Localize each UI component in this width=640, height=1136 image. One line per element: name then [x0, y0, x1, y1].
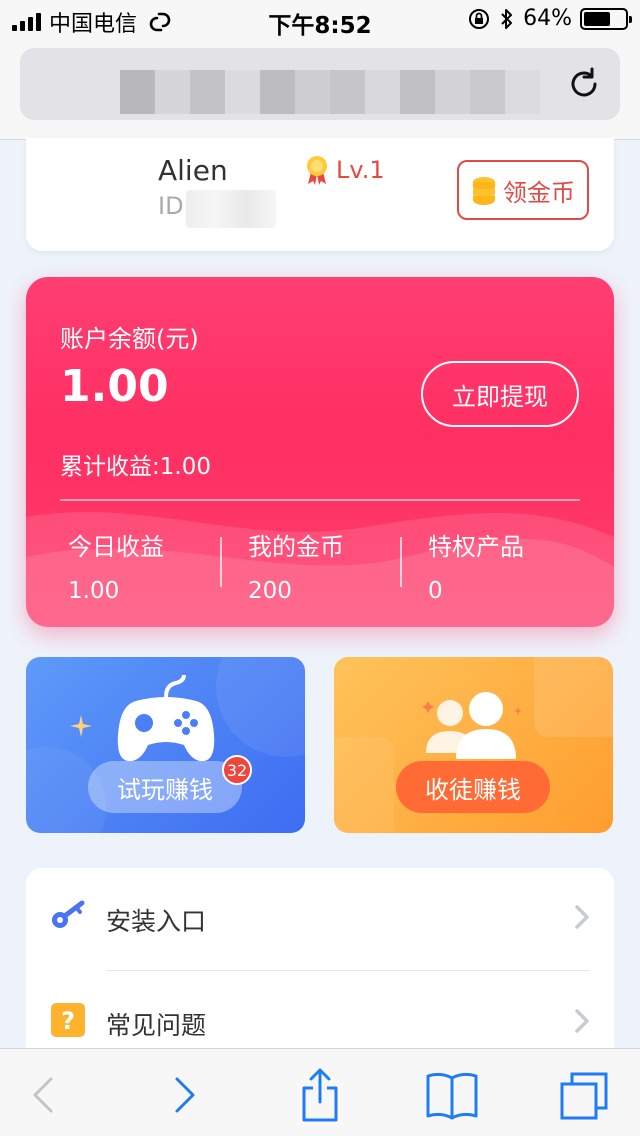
- menu-item-label: 常见问题: [106, 1011, 207, 1040]
- status-bar: 中国电信 下午8:52 64%: [0, 0, 640, 40]
- share-icon: [302, 1068, 338, 1122]
- decoration: [534, 657, 613, 737]
- avatar[interactable]: [52, 154, 128, 230]
- claim-coins-button[interactable]: 领金币: [457, 160, 589, 220]
- battery-percent: 64%: [523, 6, 572, 31]
- status-right: 64%: [467, 6, 632, 31]
- gamepad-icon: [117, 675, 215, 762]
- cumulative-earnings: 累计收益:1.00: [60, 454, 211, 480]
- stat-my-coins[interactable]: 我的金币 200: [248, 527, 418, 604]
- coins-icon: [473, 177, 495, 205]
- medal-icon: [307, 156, 327, 185]
- bookmarks-button[interactable]: [422, 1067, 482, 1123]
- balance-card: 账户余额(元) 1.00 立即提现 累计收益:1.00 今日收益 1.00 我的…: [26, 277, 614, 627]
- back-button[interactable]: [14, 1067, 74, 1123]
- user-level: Lv.1: [336, 156, 385, 184]
- menu-item-label: 安装入口: [106, 907, 207, 936]
- battery-icon: [580, 7, 632, 30]
- balance-divider: [60, 499, 580, 501]
- stat-value: 0: [428, 578, 443, 604]
- reload-icon[interactable]: [564, 64, 604, 104]
- menu-divider: [106, 970, 590, 971]
- username: Alien: [158, 154, 228, 187]
- menu-list: 安装入口 ? 常见问题: [26, 868, 614, 1068]
- stat-separator: [400, 537, 402, 587]
- chevron-right-icon: [575, 1009, 589, 1033]
- browser-address-area: [0, 40, 640, 140]
- decoration: [334, 737, 394, 833]
- tabs-icon: [560, 1072, 608, 1120]
- stat-privilege-products[interactable]: 特权产品 0: [428, 527, 598, 604]
- blurred-url: [120, 70, 540, 114]
- tabs-button[interactable]: [554, 1067, 614, 1123]
- play-to-earn-card[interactable]: 试玩赚钱 32: [26, 657, 305, 833]
- claim-coins-label: 领金币: [503, 178, 575, 207]
- address-bar[interactable]: [20, 48, 620, 120]
- share-button[interactable]: [290, 1067, 350, 1123]
- svg-text:?: ?: [61, 1007, 75, 1035]
- browser-toolbar: [0, 1048, 640, 1136]
- users-icon: [422, 692, 522, 759]
- balance-value: 1.00: [60, 361, 169, 412]
- play-to-earn-label: 试玩赚钱: [88, 761, 242, 813]
- sparkle-icon: [70, 715, 92, 737]
- withdraw-button[interactable]: 立即提现: [421, 361, 579, 427]
- forward-button[interactable]: [154, 1067, 214, 1123]
- stat-today-earnings[interactable]: 今日收益 1.00: [68, 527, 238, 604]
- stat-label: 我的金币: [248, 533, 344, 561]
- bluetooth-icon: [501, 8, 513, 29]
- decoration: [216, 657, 305, 757]
- stat-label: 特权产品: [428, 533, 524, 561]
- key-icon: [52, 900, 85, 928]
- blurred-user-id: [186, 190, 276, 228]
- recruit-to-earn-card[interactable]: 收徒赚钱: [334, 657, 613, 833]
- stat-value: 200: [248, 578, 292, 604]
- notification-badge: 32: [222, 755, 252, 785]
- question-icon: ?: [51, 1003, 85, 1037]
- chevron-right-icon: [175, 1077, 195, 1113]
- book-icon: [426, 1072, 478, 1120]
- menu-item-install-entry[interactable]: 安装入口: [26, 868, 614, 968]
- stat-label: 今日收益: [68, 533, 164, 561]
- rotation-lock-icon: [469, 8, 490, 29]
- chevron-right-icon: [575, 905, 589, 929]
- recruit-to-earn-label: 收徒赚钱: [396, 761, 550, 813]
- chevron-left-icon: [33, 1077, 53, 1113]
- profile-card: Alien ID: Lv.1 领金币: [26, 138, 614, 251]
- balance-label: 账户余额(元): [60, 325, 199, 353]
- stat-separator: [220, 537, 222, 587]
- stat-value: 1.00: [68, 578, 120, 604]
